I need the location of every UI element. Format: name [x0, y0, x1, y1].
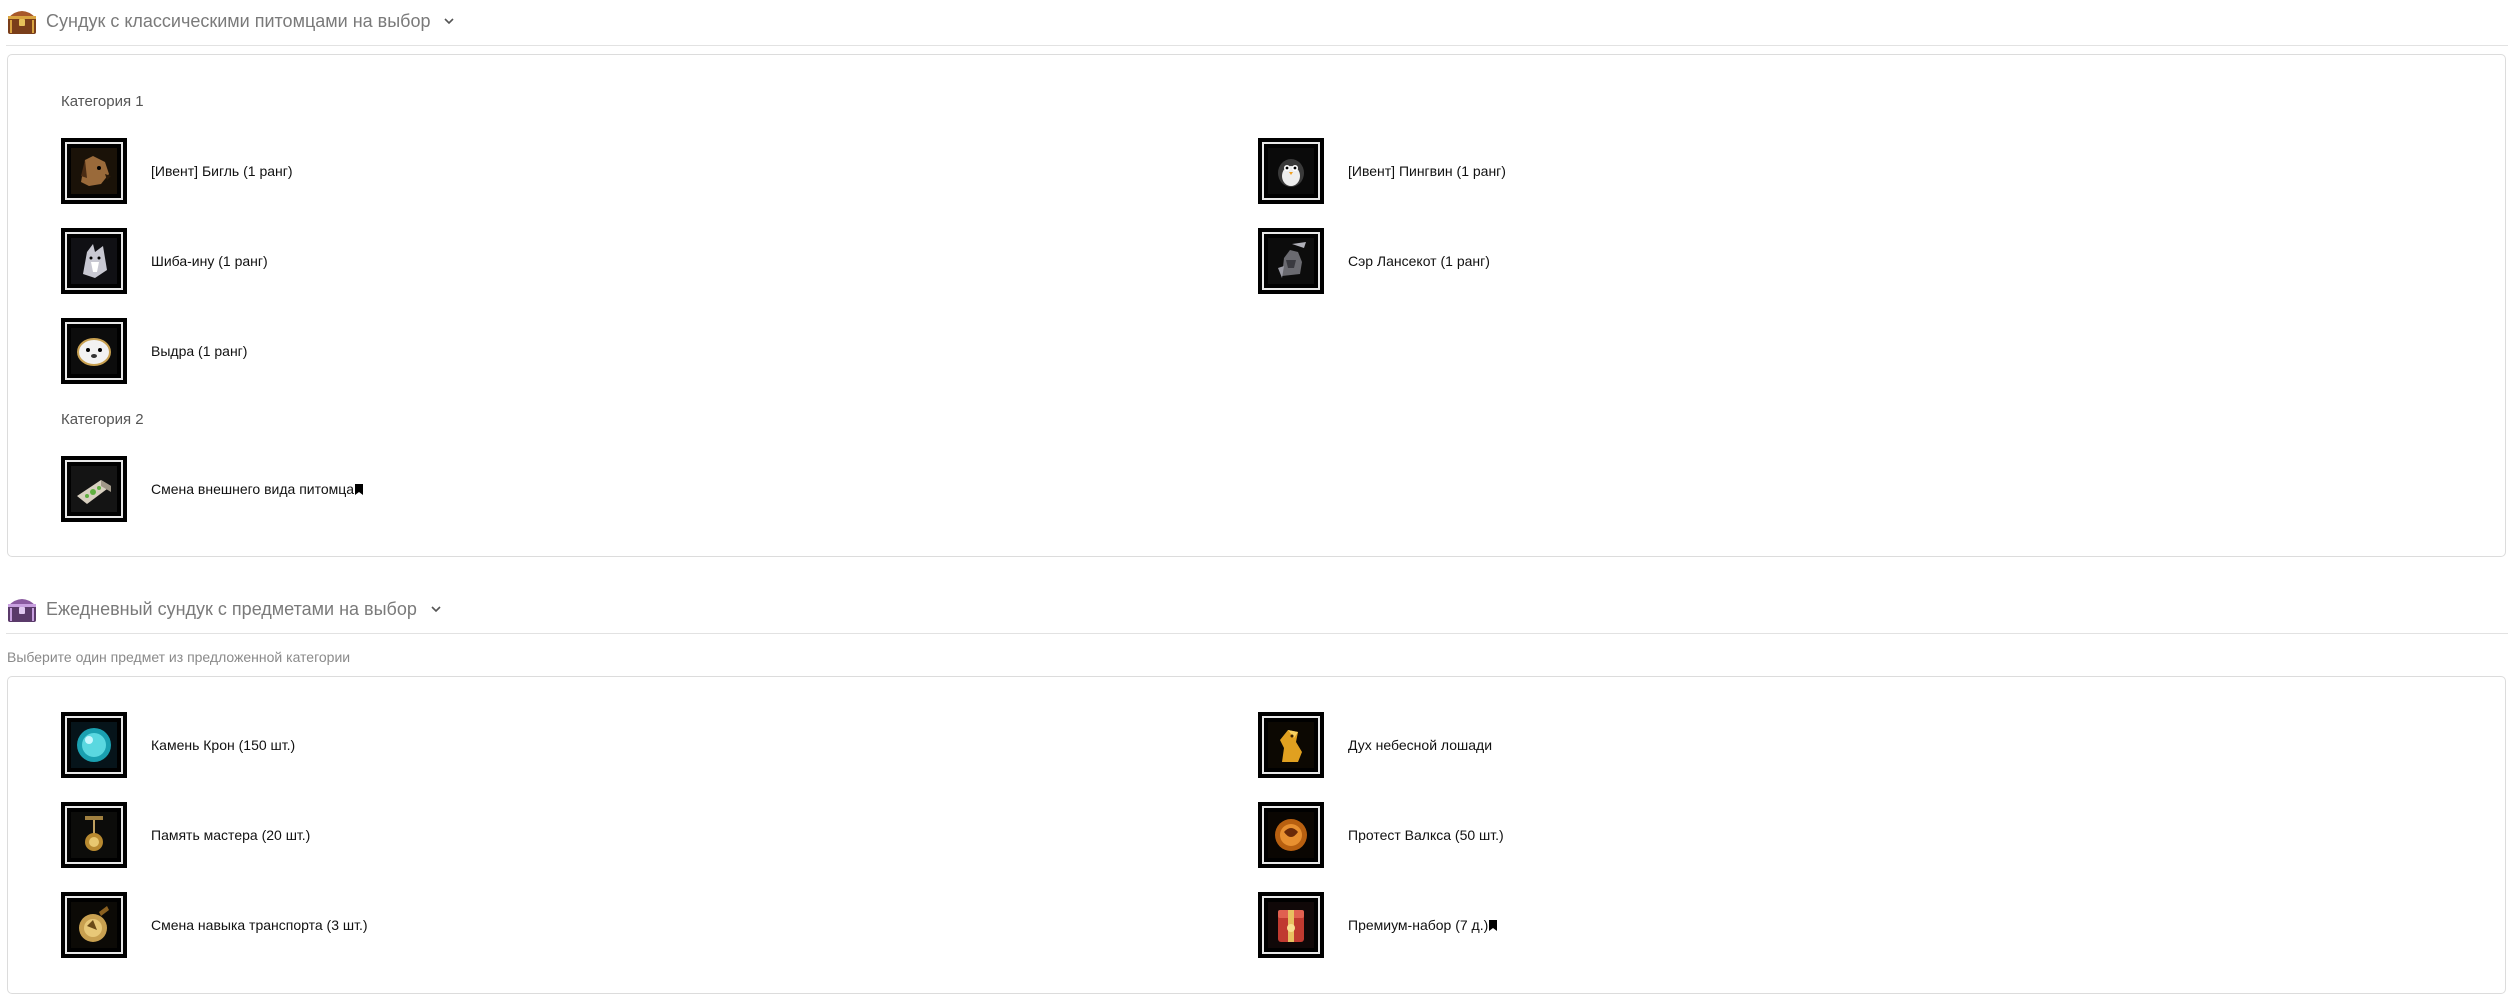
item-icon-frame: [61, 228, 127, 294]
premium-pack-icon: [1268, 902, 1314, 948]
category-label: Категория 1: [61, 93, 144, 110]
sir-lancecat-icon: [1268, 238, 1314, 284]
item-icon-frame: [61, 138, 127, 204]
divider: [6, 633, 2508, 634]
divider: [6, 45, 2508, 46]
section-title: Сундук с классическими питомцами на выбо…: [46, 10, 431, 31]
list-item-kron-stone[interactable]: Камень Крон (150 шт.): [61, 712, 295, 778]
item-label: Память мастера (20 шт.): [151, 827, 311, 843]
item-label: Камень Крон (150 шт.): [151, 737, 296, 753]
list-item-premium-pack[interactable]: Премиум-набор (7 д.): [1258, 892, 1498, 958]
item-label: Смена внешнего вида питомца: [151, 481, 364, 497]
bookmark-icon: [355, 484, 364, 495]
chevron-down-icon[interactable]: [429, 602, 443, 616]
list-item-beagle[interactable]: [Ивент] Бигль (1 ранг): [61, 138, 293, 204]
chest-icon: [8, 11, 36, 34]
penguin-icon: [1268, 148, 1314, 194]
item-label: Дух небесной лошади: [1348, 737, 1493, 753]
item-icon-frame: [1258, 802, 1324, 868]
item-label: Выдра (1 ранг): [151, 343, 248, 359]
chevron-down-icon[interactable]: [442, 14, 456, 28]
item-label: Сэр Лансекот (1 ранг): [1348, 253, 1490, 269]
pet-appearance-icon: [71, 466, 117, 512]
item-label: [Ивент] Бигль (1 ранг): [151, 163, 293, 179]
mount-skill-change-icon: [71, 902, 117, 948]
item-icon-frame: [61, 802, 127, 868]
master-memory-icon: [71, 812, 117, 858]
section-title: Ежедневный сундук с предметами на выбор: [46, 598, 417, 619]
beagle-icon: [71, 148, 117, 194]
item-icon-frame: [61, 892, 127, 958]
item-label: Смена навыка транспорта (3 шт.): [151, 917, 368, 933]
category-label: Категория 2: [61, 411, 144, 428]
daily-chest-panel: Камень Крон (150 шт.) Дух небесной лошад…: [7, 676, 2506, 994]
otter-icon: [71, 328, 117, 374]
item-icon-frame: [1258, 712, 1324, 778]
chest-icon: [8, 599, 36, 622]
item-label: [Ивент] Пингвин (1 ранг): [1348, 163, 1506, 179]
list-item-penguin[interactable]: [Ивент] Пингвин (1 ранг): [1258, 138, 1506, 204]
list-item-shiba[interactable]: Шиба-ину (1 ранг): [61, 228, 268, 294]
item-icon-frame: [61, 712, 127, 778]
shiba-icon: [71, 238, 117, 284]
list-item-sir-lancecat[interactable]: Сэр Лансекот (1 ранг): [1258, 228, 1490, 294]
sky-horse-spirit-icon: [1268, 722, 1314, 768]
list-item-mount-skill-change[interactable]: Смена навыка транспорта (3 шт.): [61, 892, 368, 958]
list-item-sky-horse-spirit[interactable]: Дух небесной лошади: [1258, 712, 1492, 778]
section-header-daily-chest[interactable]: Ежедневный сундук с предметами на выбор: [6, 590, 2508, 634]
item-label: Премиум-набор (7 д.): [1348, 917, 1498, 933]
section-header-pet-chest[interactable]: Сундук с классическими питомцами на выбо…: [6, 2, 2508, 46]
pet-chest-panel: Категория 1 [Ивент] Бигль (1 ранг) [Ивен…: [7, 54, 2506, 557]
list-item-otter[interactable]: Выдра (1 ранг): [61, 318, 247, 384]
section-subtitle: Выберите один предмет из предложенной ка…: [7, 649, 351, 665]
valks-protest-icon: [1268, 812, 1314, 858]
item-icon-frame: [1258, 228, 1324, 294]
item-icon-frame: [61, 456, 127, 522]
item-label: Протест Валкса (50 шт.): [1348, 827, 1504, 843]
item-label: Шиба-ину (1 ранг): [151, 253, 268, 269]
list-item-master-memory[interactable]: Память мастера (20 шт.): [61, 802, 310, 868]
kron-stone-icon: [71, 722, 117, 768]
list-item-valks-protest[interactable]: Протест Валкса (50 шт.): [1258, 802, 1504, 868]
list-item-pet-appearance[interactable]: Смена внешнего вида питомца: [61, 456, 364, 522]
item-icon-frame: [1258, 892, 1324, 958]
item-icon-frame: [61, 318, 127, 384]
item-icon-frame: [1258, 138, 1324, 204]
bookmark-icon: [1489, 920, 1498, 931]
